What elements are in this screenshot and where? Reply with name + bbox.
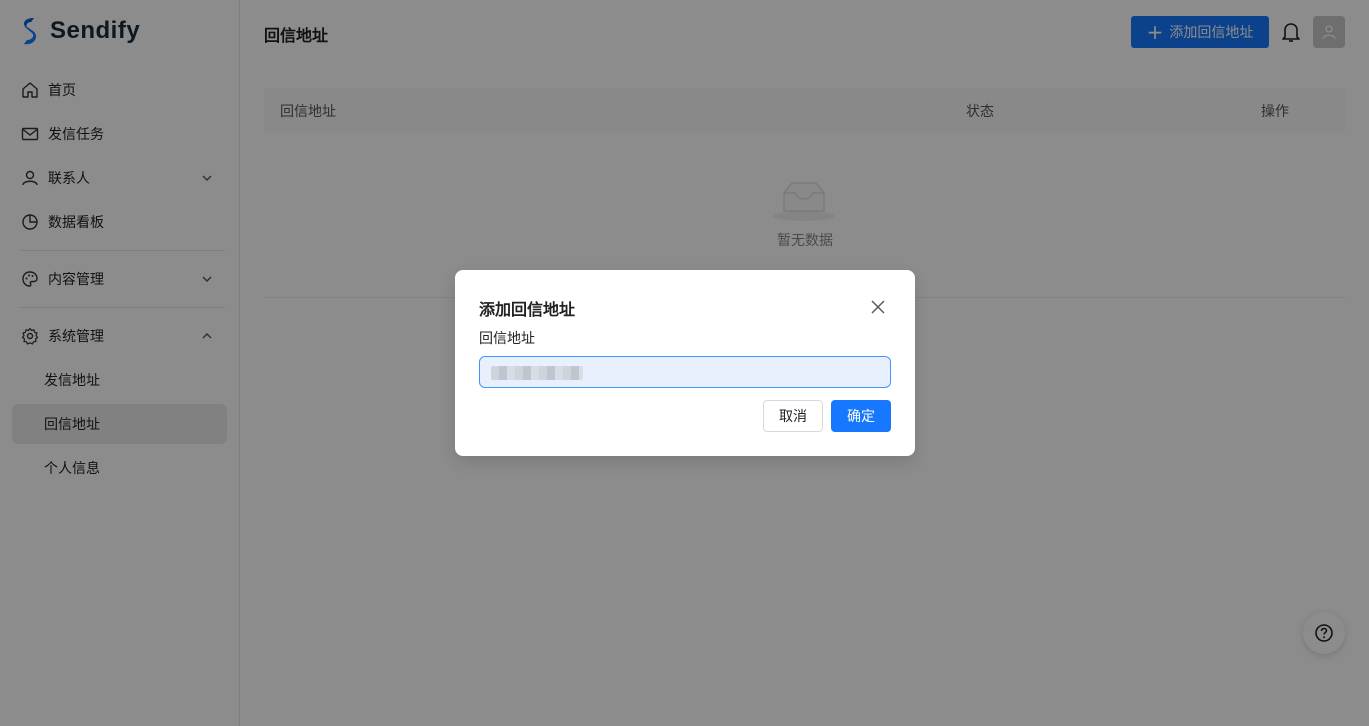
close-icon[interactable] xyxy=(869,298,887,316)
confirm-button[interactable]: 确定 xyxy=(831,400,891,432)
reply-address-label: 回信地址 xyxy=(479,331,535,347)
redacted-value xyxy=(491,366,583,380)
modal-title: 添加回信地址 xyxy=(479,300,576,319)
add-reply-address-modal: 添加回信地址 回信地址 取消 确定 xyxy=(455,270,915,456)
cancel-button[interactable]: 取消 xyxy=(763,400,823,432)
